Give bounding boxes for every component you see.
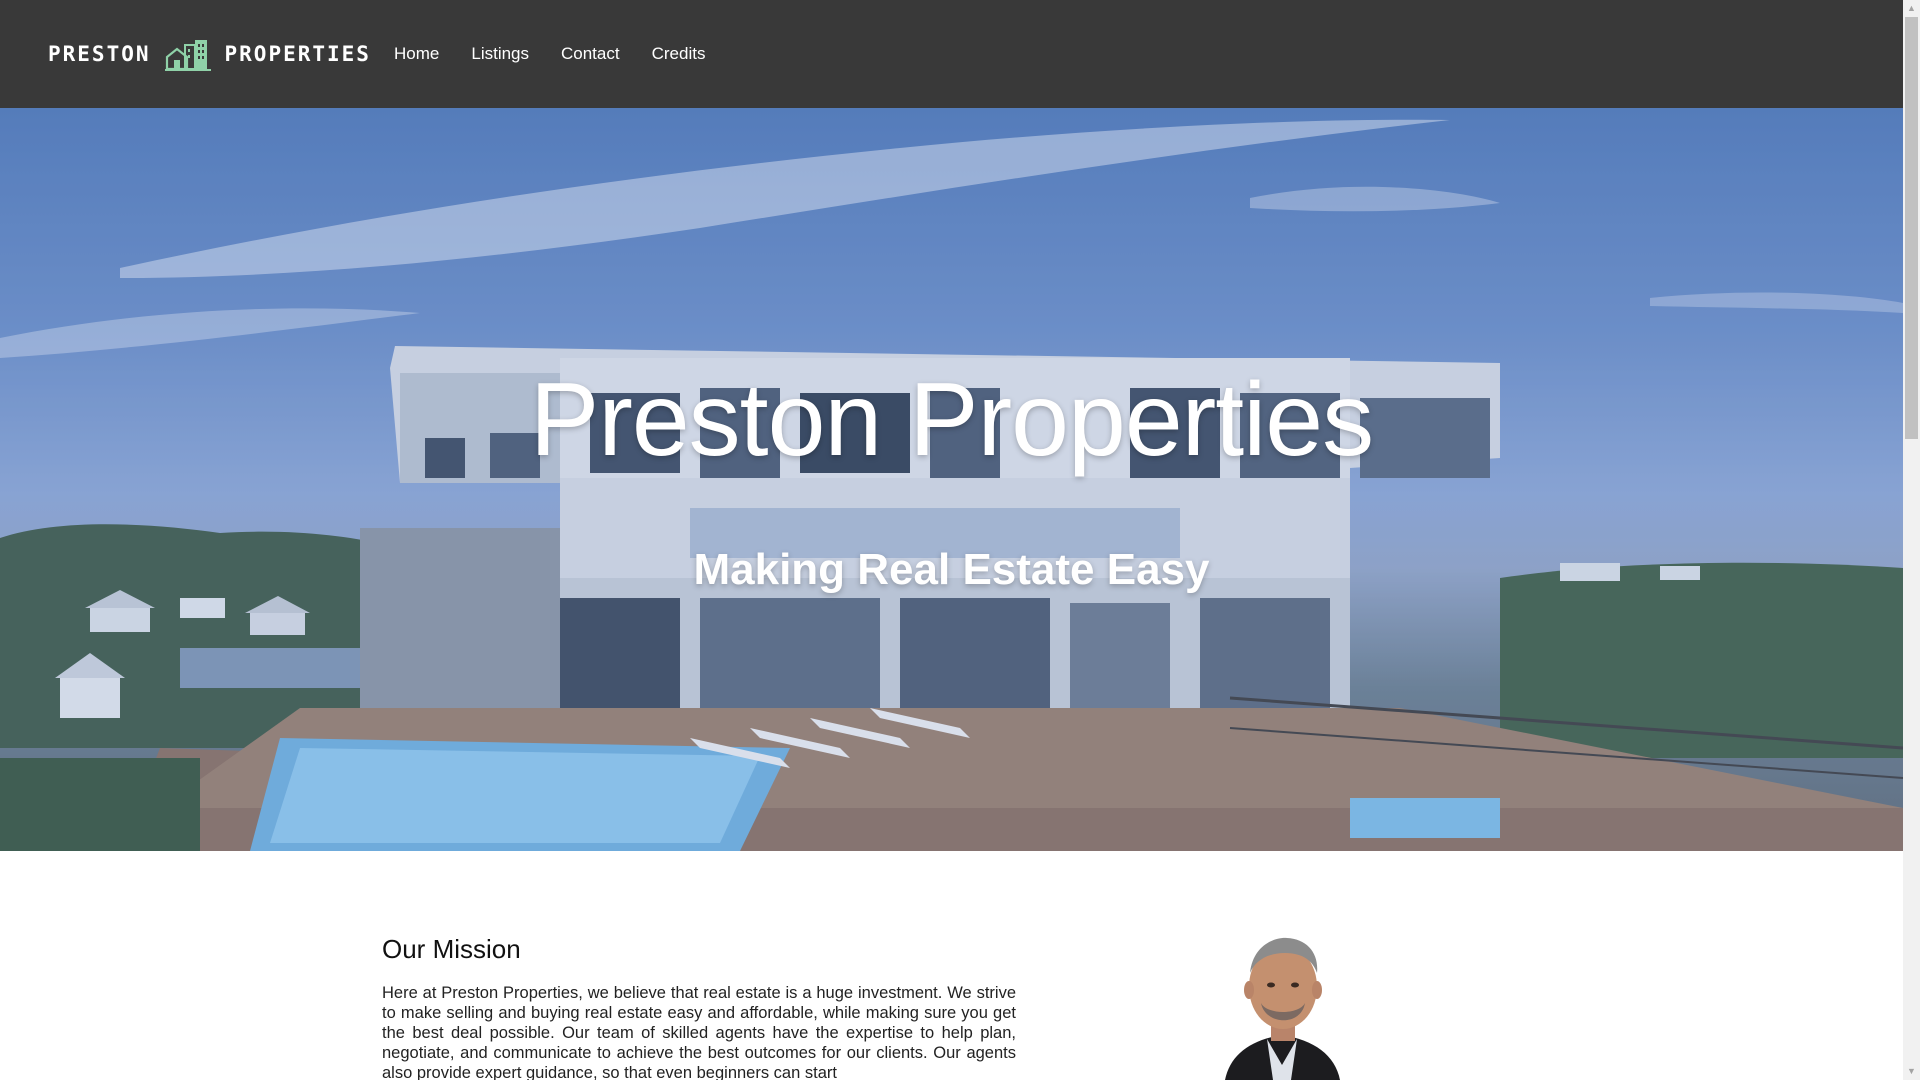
- nav-listings-link[interactable]: Listings: [471, 44, 529, 64]
- nav-home-link[interactable]: Home: [394, 44, 439, 64]
- nav-contact-link[interactable]: Contact: [561, 44, 620, 64]
- mission-heading: Our Mission: [382, 934, 521, 964]
- agent-portrait-image: [1225, 937, 1340, 1080]
- scroll-up-arrow-icon[interactable]: ▲: [1903, 0, 1920, 17]
- main-nav: Home Listings Contact Credits: [394, 0, 737, 108]
- scroll-down-arrow-icon[interactable]: ▼: [1903, 1063, 1920, 1080]
- hero-banner: Preston Properties Making Real Estate Ea…: [0, 108, 1903, 851]
- scroll-thumb[interactable]: [1905, 17, 1918, 439]
- house-buildings-icon: [164, 40, 211, 71]
- mission-text: Here at Preston Properties, we believe t…: [382, 984, 1016, 1080]
- brand-logo[interactable]: PRESTON PROPERTIES: [48, 36, 371, 72]
- page: PRESTON PROPERTIES Home Listings Contact…: [0, 0, 1903, 1080]
- brand-left-word: PRESTON: [48, 42, 151, 66]
- nav-credits-link[interactable]: Credits: [652, 44, 706, 64]
- hero-subtitle: Making Real Estate Easy: [693, 545, 1210, 594]
- page-scrollbar[interactable]: ▲ ▼: [1903, 0, 1920, 1080]
- hero-title: Preston Properties: [529, 362, 1374, 478]
- navbar: PRESTON PROPERTIES Home Listings Contact…: [0, 0, 1903, 108]
- brand-right-word: PROPERTIES: [224, 42, 371, 66]
